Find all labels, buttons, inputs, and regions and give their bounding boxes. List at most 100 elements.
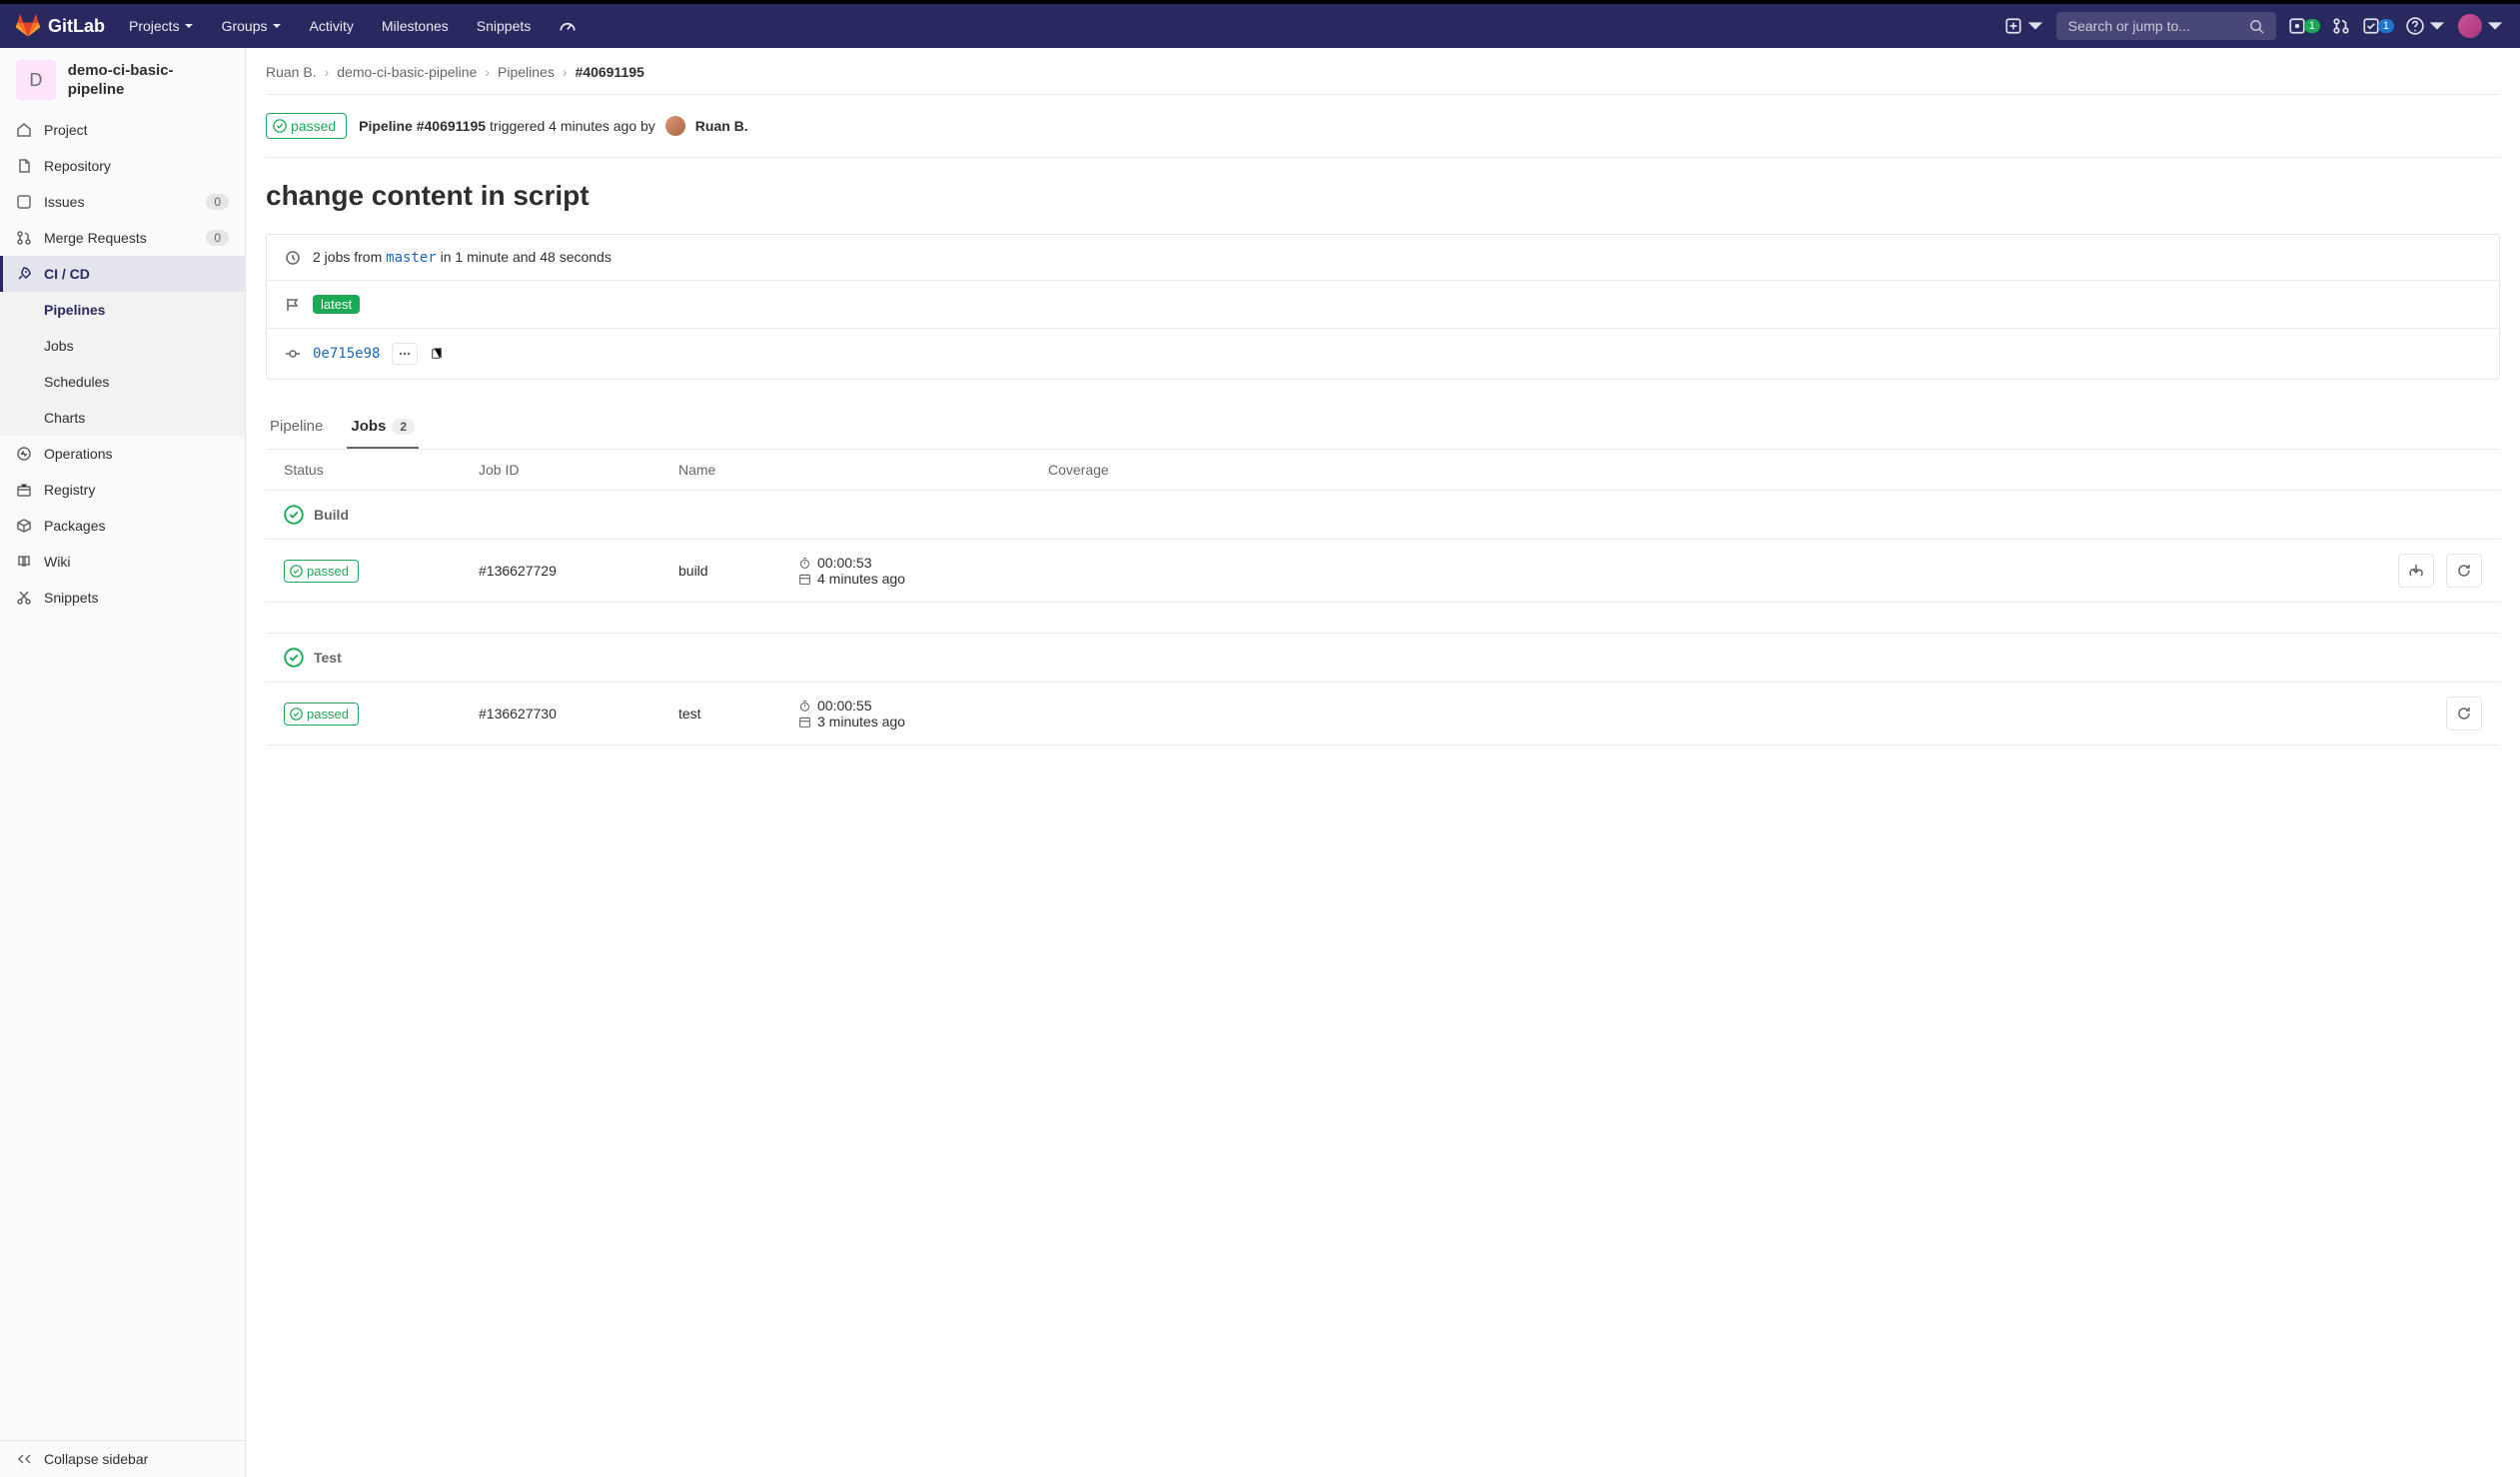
nav-snippets[interactable]: Snippets bbox=[465, 9, 543, 43]
breadcrumb-user[interactable]: Ruan B. bbox=[266, 64, 317, 80]
sidebar-item-wiki[interactable]: Wiki bbox=[0, 544, 245, 580]
pipeline-info-box: 2 jobs from master in 1 minute and 48 se… bbox=[266, 234, 2500, 380]
nav-create-dropdown[interactable] bbox=[2004, 17, 2044, 35]
check-circle-icon bbox=[284, 505, 304, 525]
col-header-status: Status bbox=[284, 462, 479, 478]
nav-issues-link[interactable]: 1 bbox=[2288, 17, 2320, 35]
latest-label: latest bbox=[313, 295, 360, 314]
retry-icon bbox=[2456, 563, 2472, 579]
search-input[interactable] bbox=[2068, 18, 2249, 34]
sidebar-item-mr[interactable]: Merge Requests0 bbox=[0, 220, 245, 256]
pipeline-status-badge: passed bbox=[266, 113, 347, 139]
job-id[interactable]: #136627730 bbox=[479, 706, 678, 722]
nav-help-dropdown[interactable] bbox=[2406, 17, 2446, 35]
project-avatar: D bbox=[16, 60, 56, 100]
sidebar-item-issues[interactable]: Issues0 bbox=[0, 184, 245, 220]
home-icon bbox=[16, 122, 32, 138]
nav-performance-icon[interactable] bbox=[547, 9, 589, 43]
col-header-coverage: Coverage bbox=[1048, 462, 2372, 478]
job-finished: 3 minutes ago bbox=[817, 714, 905, 730]
sidebar-project-header[interactable]: D demo-ci-basic-pipeline bbox=[0, 48, 245, 112]
mr-count-badge: 0 bbox=[206, 230, 229, 246]
main-content: Ruan B.› demo-ci-basic-pipeline› Pipelin… bbox=[246, 48, 2520, 1477]
nav-mr-link[interactable] bbox=[2332, 17, 2350, 35]
chevron-down-icon bbox=[2428, 17, 2446, 35]
sidebar-item-project[interactable]: Project bbox=[0, 112, 245, 148]
sidebar-item-repository[interactable]: Repository bbox=[0, 148, 245, 184]
pipeline-triggered-text: triggered 4 minutes ago by bbox=[490, 118, 655, 134]
chevron-down-icon bbox=[2026, 17, 2044, 35]
search-box[interactable] bbox=[2056, 12, 2276, 40]
jobs-table: Status Job ID Name Coverage Build passed… bbox=[266, 450, 2500, 745]
sidebar-sub-pipelines[interactable]: Pipelines bbox=[0, 292, 245, 328]
nav-activity[interactable]: Activity bbox=[298, 9, 366, 43]
jobs-count-badge: 2 bbox=[392, 419, 415, 435]
pipeline-id-label: Pipeline #40691195 bbox=[359, 118, 486, 134]
branch-link[interactable]: master bbox=[386, 250, 437, 266]
wiki-icon bbox=[16, 554, 32, 570]
retry-icon bbox=[2456, 706, 2472, 722]
operations-icon bbox=[16, 446, 32, 462]
tab-jobs[interactable]: Jobs2 bbox=[347, 406, 419, 449]
nav-milestones[interactable]: Milestones bbox=[370, 9, 461, 43]
nav-user-dropdown[interactable] bbox=[2458, 14, 2504, 38]
brand-text: GitLab bbox=[48, 16, 105, 37]
sidebar-item-registry[interactable]: Registry bbox=[0, 472, 245, 508]
breadcrumb-pipelines[interactable]: Pipelines bbox=[498, 64, 555, 80]
breadcrumb-project[interactable]: demo-ci-basic-pipeline bbox=[337, 64, 477, 80]
breadcrumb: Ruan B.› demo-ci-basic-pipeline› Pipelin… bbox=[266, 64, 2500, 95]
snippets-icon bbox=[16, 590, 32, 606]
nav-groups[interactable]: Groups bbox=[210, 9, 294, 43]
sidebar-item-cicd[interactable]: CI / CD bbox=[0, 256, 245, 292]
file-icon bbox=[16, 158, 32, 174]
table-header: Status Job ID Name Coverage bbox=[266, 450, 2500, 491]
navbar-menu: Projects Groups Activity Milestones Snip… bbox=[117, 9, 589, 43]
search-icon bbox=[2249, 19, 2264, 34]
job-name[interactable]: build bbox=[678, 563, 798, 579]
check-circle-icon bbox=[290, 708, 303, 721]
commit-icon bbox=[285, 346, 301, 362]
user-avatar bbox=[2458, 14, 2482, 38]
job-duration: 00:00:53 bbox=[817, 555, 872, 571]
job-id[interactable]: #136627729 bbox=[479, 563, 678, 579]
sidebar-item-snippets[interactable]: Snippets bbox=[0, 580, 245, 616]
sidebar-sub-schedules[interactable]: Schedules bbox=[0, 364, 245, 400]
commit-sha-link[interactable]: 0e715e98 bbox=[313, 346, 380, 362]
job-name[interactable]: test bbox=[678, 706, 798, 722]
pipeline-title: change content in script bbox=[266, 158, 2500, 234]
chevron-down-icon bbox=[272, 21, 282, 31]
collapse-icon bbox=[16, 1451, 32, 1467]
nav-todos-link[interactable]: 1 bbox=[2362, 17, 2394, 35]
author-avatar[interactable] bbox=[665, 116, 685, 136]
job-duration: 00:00:55 bbox=[817, 698, 872, 714]
sidebar-item-operations[interactable]: Operations bbox=[0, 436, 245, 472]
project-name: demo-ci-basic-pipeline bbox=[68, 61, 229, 100]
pipeline-author[interactable]: Ruan B. bbox=[695, 118, 748, 134]
issues-badge: 1 bbox=[2304, 19, 2320, 33]
gitlab-icon bbox=[16, 14, 40, 38]
job-status-badge[interactable]: passed bbox=[284, 560, 359, 583]
sidebar-sub-charts[interactable]: Charts bbox=[0, 400, 245, 436]
col-header-jobid: Job ID bbox=[479, 462, 678, 478]
sidebar: D demo-ci-basic-pipeline Project Reposit… bbox=[0, 48, 246, 1477]
more-commit-button[interactable] bbox=[392, 343, 418, 365]
stage-row-build: Build bbox=[266, 491, 2500, 540]
retry-job-button[interactable] bbox=[2446, 554, 2482, 588]
nav-projects[interactable]: Projects bbox=[117, 9, 206, 43]
sidebar-sub-jobs[interactable]: Jobs bbox=[0, 328, 245, 364]
tab-pipeline[interactable]: Pipeline bbox=[266, 406, 327, 449]
job-row: passed #136627729 build 00:00:53 4 minut… bbox=[266, 540, 2500, 603]
stage-name: Build bbox=[314, 507, 349, 523]
collapse-sidebar-button[interactable]: Collapse sidebar bbox=[0, 1440, 245, 1477]
download-artifacts-button[interactable] bbox=[2398, 554, 2434, 588]
ellipsis-icon bbox=[399, 352, 411, 356]
copy-sha-button[interactable] bbox=[430, 347, 444, 361]
col-header-name: Name bbox=[678, 462, 798, 478]
job-status-badge[interactable]: passed bbox=[284, 703, 359, 726]
breadcrumb-current: #40691195 bbox=[576, 64, 644, 80]
sidebar-item-packages[interactable]: Packages bbox=[0, 508, 245, 544]
gitlab-logo[interactable]: GitLab bbox=[16, 14, 105, 38]
retry-job-button[interactable] bbox=[2446, 697, 2482, 731]
todos-badge: 1 bbox=[2378, 19, 2394, 33]
stopwatch-icon bbox=[798, 557, 811, 570]
